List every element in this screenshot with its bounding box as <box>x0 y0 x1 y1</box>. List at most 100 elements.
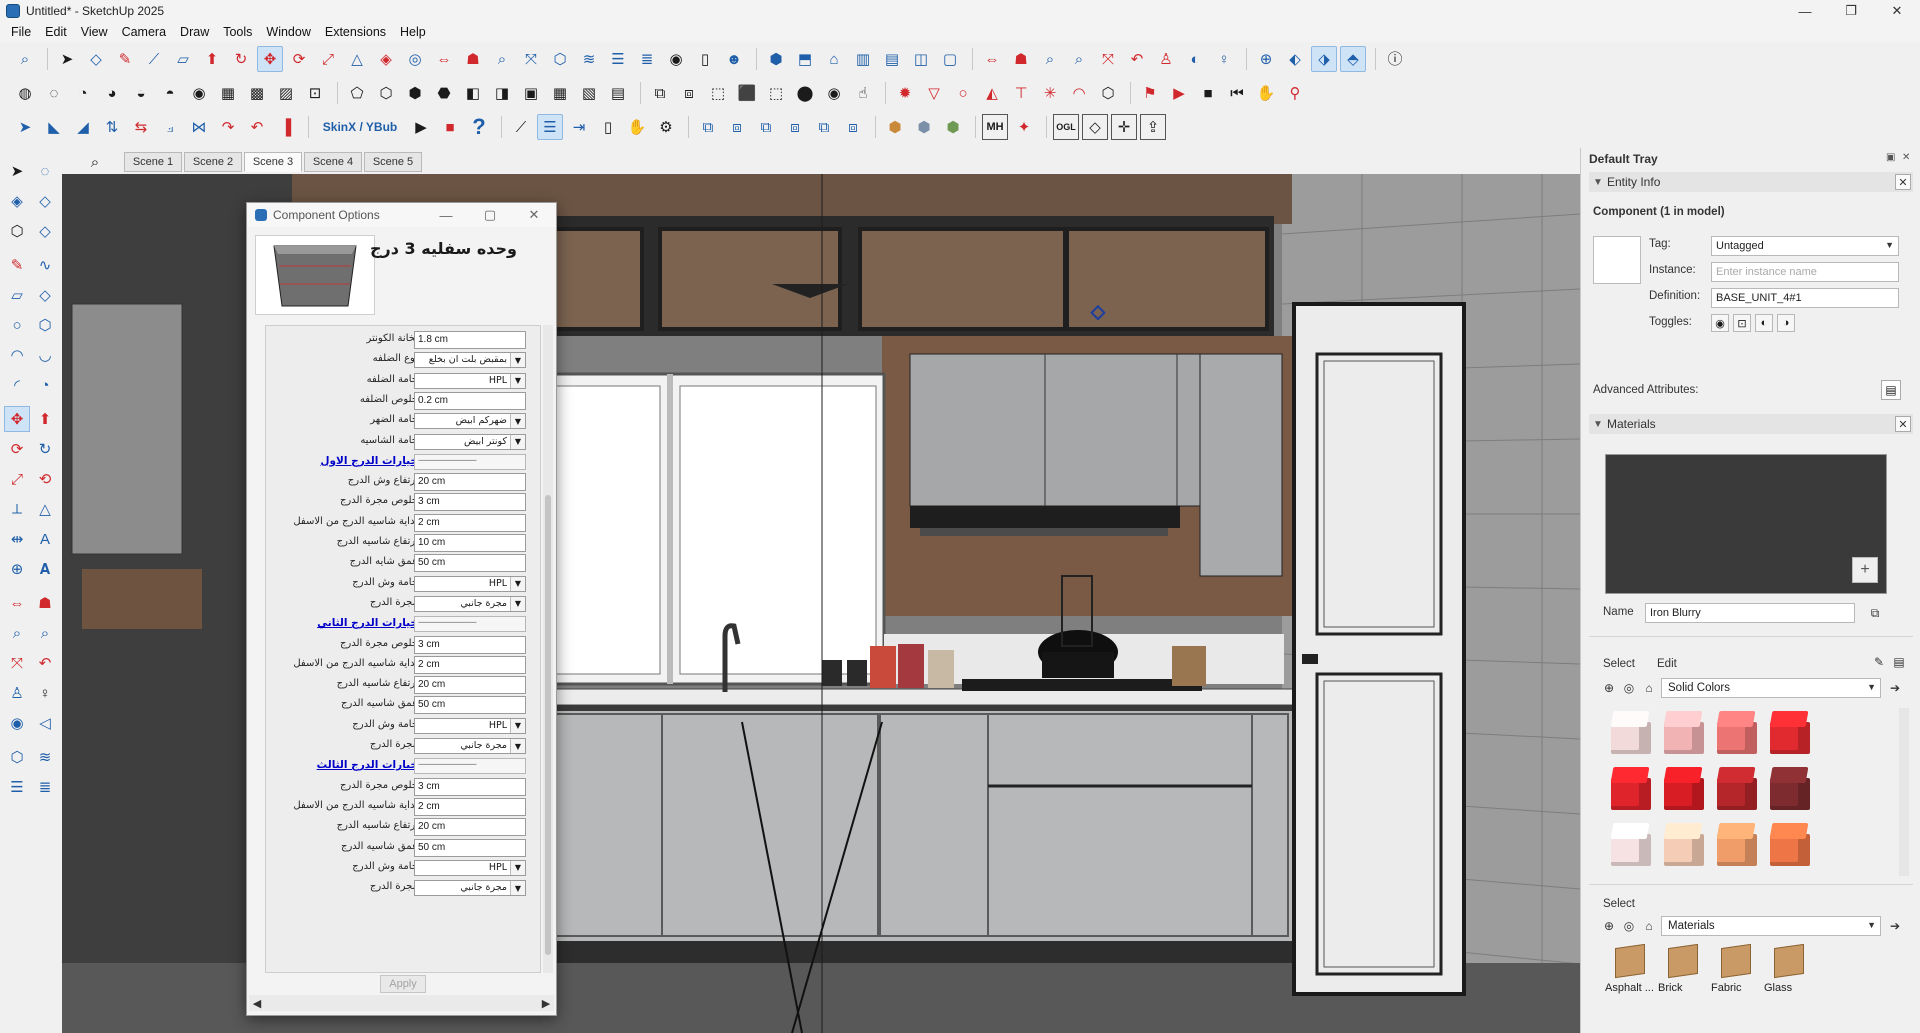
receive-shadows-icon[interactable]: ◐ <box>1755 314 1773 332</box>
option-value-select[interactable]: مجرة جانبي ▼ <box>414 595 526 612</box>
offset-icon[interactable]: ⟲ <box>32 466 58 492</box>
menu-tools[interactable]: Tools <box>216 25 259 39</box>
protractor-tool-icon[interactable]: △ <box>32 496 58 522</box>
select-tool-icon[interactable]: ➤ <box>54 46 80 72</box>
component-options-icon[interactable]: ⧉ <box>647 80 673 106</box>
right-view-icon[interactable]: ▥ <box>850 46 876 72</box>
layers-tool-icon[interactable]: ≋ <box>32 744 58 770</box>
hand-pan-icon[interactable]: ✋ <box>624 114 650 140</box>
material-folder[interactable]: Fabric <box>1711 943 1761 1000</box>
tag-select[interactable]: Untagged ▼ <box>1711 236 1899 256</box>
outliner-icon[interactable]: ☰ <box>537 114 563 140</box>
ball-2-icon[interactable]: ◉ <box>821 80 847 106</box>
tab-select[interactable]: Select <box>1603 658 1635 670</box>
sandbox-icon[interactable]: ◉ <box>186 80 212 106</box>
hide-toggle-eye-icon[interactable]: ◉ <box>1711 314 1729 332</box>
animation-icon[interactable]: ⚑ <box>1137 80 1163 106</box>
options-vertical-scrollbar[interactable] <box>543 325 553 973</box>
zoom-extents-2-icon[interactable]: ⤧ <box>1095 46 1121 72</box>
material-name-input[interactable]: Iron Blurry <box>1645 603 1855 623</box>
option-value-input[interactable]: 20 cm <box>414 473 526 492</box>
solid-trim-icon[interactable]: ◕ <box>99 80 125 106</box>
unfold-icon[interactable]: ◇ <box>1082 114 1108 140</box>
eyedropper-icon[interactable]: ✎ <box>1871 654 1887 670</box>
dimension-icon[interactable]: ⇹ <box>4 526 30 552</box>
arc-icon[interactable]: ◠ <box>1066 80 1092 106</box>
model-info-icon[interactable]: ⓘ <box>1382 46 1408 72</box>
dynamic-component-icon[interactable]: ▤ <box>605 80 631 106</box>
play-script-icon[interactable]: ▶ <box>408 114 434 140</box>
stack-icon[interactable]: ☰ <box>605 46 631 72</box>
definition-input[interactable]: BASE_UNIT_4#1 <box>1711 288 1899 308</box>
previous-view-icon[interactable]: ↶ <box>1124 46 1150 72</box>
line-tool-icon[interactable]: ⟋ <box>141 46 167 72</box>
push-pull-icon[interactable]: ⬆ <box>199 46 225 72</box>
tab-scene-1[interactable]: Scene 1 <box>124 152 182 172</box>
paint-bucket-icon[interactable]: ◈ <box>373 46 399 72</box>
menu-draw[interactable]: Draw <box>173 25 216 39</box>
back-view-icon[interactable]: ▤ <box>879 46 905 72</box>
play-icon[interactable]: ▶ <box>1166 80 1192 106</box>
circle-tool-icon[interactable]: ○ <box>950 80 976 106</box>
menu-window[interactable]: Window <box>259 25 317 39</box>
stack-2-icon[interactable]: ≣ <box>634 46 660 72</box>
walk-2-icon[interactable]: ☗ <box>1008 46 1034 72</box>
material-swatch-preview[interactable] <box>1593 236 1641 284</box>
option-value-select[interactable]: مجرة جانبي ▼ <box>414 738 526 754</box>
walk-person-tool-icon[interactable]: ♀ <box>32 680 58 706</box>
extension-selected-icon[interactable]: ⬗ <box>1311 46 1337 72</box>
zoom-window-tool-icon[interactable]: ⌕ <box>32 620 58 646</box>
tab-scene-4[interactable]: Scene 4 <box>304 152 362 172</box>
stack-tool-icon[interactable]: ☰ <box>4 774 30 800</box>
axes-tool-icon[interactable]: ⊕ <box>4 556 30 582</box>
tray-pin-icon[interactable]: ▣ <box>1886 152 1898 164</box>
curve-2-icon[interactable]: ↶ <box>244 114 270 140</box>
lock-icon[interactable]: ⊡ <box>302 80 328 106</box>
styles-tool-icon[interactable]: ⬡ <box>4 744 30 770</box>
dialog-close-button[interactable]: ✕ <box>512 203 556 227</box>
scene-search-icon[interactable]: ⌕ <box>86 153 104 171</box>
menu-view[interactable]: View <box>74 25 115 39</box>
scroll-left-icon[interactable]: ◀ <box>249 995 265 1011</box>
follow-me-tool-icon[interactable]: ↻ <box>32 436 58 462</box>
mh-plugin-button[interactable]: MH <box>982 114 1008 140</box>
pencil-icon[interactable]: ✎ <box>112 46 138 72</box>
hidden-line-icon[interactable]: ⬣ <box>431 80 457 106</box>
eraser-tool-icon[interactable]: ◇ <box>32 188 58 214</box>
material-swatch[interactable] <box>1605 764 1655 814</box>
tab-scene-3[interactable]: Scene 3 <box>244 152 302 172</box>
option-value-input[interactable]: 50 cm <box>414 696 526 715</box>
solid-outer-icon[interactable]: ◓ <box>157 80 183 106</box>
iso-view-icon[interactable]: ⬢ <box>763 46 789 72</box>
section-cut-icon[interactable]: ⇔ <box>979 46 1005 72</box>
column-icon[interactable]: ▯ <box>595 114 621 140</box>
material-swatch[interactable] <box>1658 764 1708 814</box>
package-3-icon[interactable]: ⬢ <box>940 114 966 140</box>
group-6-icon[interactable]: ⧈ <box>840 114 866 140</box>
material-swatch[interactable] <box>1605 820 1655 870</box>
create-material-icon[interactable]: + <box>1852 557 1878 583</box>
drape-icon[interactable]: ▨ <box>273 80 299 106</box>
material-swatch[interactable] <box>1658 708 1708 758</box>
new-file-icon[interactable]: ▯ <box>692 46 718 72</box>
home-icon[interactable]: ⌂ <box>1641 680 1657 696</box>
option-value-input[interactable]: 50 cm <box>414 838 526 857</box>
connect-icon[interactable]: ⟓ <box>157 114 183 140</box>
swatch-scrollbar[interactable] <box>1899 708 1909 876</box>
zoom-icon[interactable]: ⌕ <box>489 46 515 72</box>
package-2-icon[interactable]: ⬢ <box>911 114 937 140</box>
component-attributes-icon[interactable]: ⧈ <box>676 80 702 106</box>
interact-icon[interactable]: ⬚ <box>705 80 731 106</box>
entity-info-close-button[interactable]: ✕ <box>1895 174 1911 190</box>
option-value-input[interactable]: 10 cm <box>414 534 526 552</box>
dialog-maximize-button[interactable]: ▢ <box>468 203 512 227</box>
duplicate-material-icon[interactable]: ⧉ <box>1867 605 1883 621</box>
rectangle-icon[interactable]: ▱ <box>4 282 30 308</box>
group-3-icon[interactable]: ⧉ <box>753 114 779 140</box>
section-fill-icon[interactable]: ◁ <box>32 710 58 736</box>
polygon-icon[interactable]: ⬡ <box>32 312 58 338</box>
cast-shadows-icon[interactable]: ◑ <box>1777 314 1795 332</box>
user-icon[interactable]: ☻ <box>721 46 747 72</box>
home-icon[interactable]: ⌂ <box>1641 918 1657 934</box>
zoom-extents-tool-icon[interactable]: ⤧ <box>4 650 30 676</box>
